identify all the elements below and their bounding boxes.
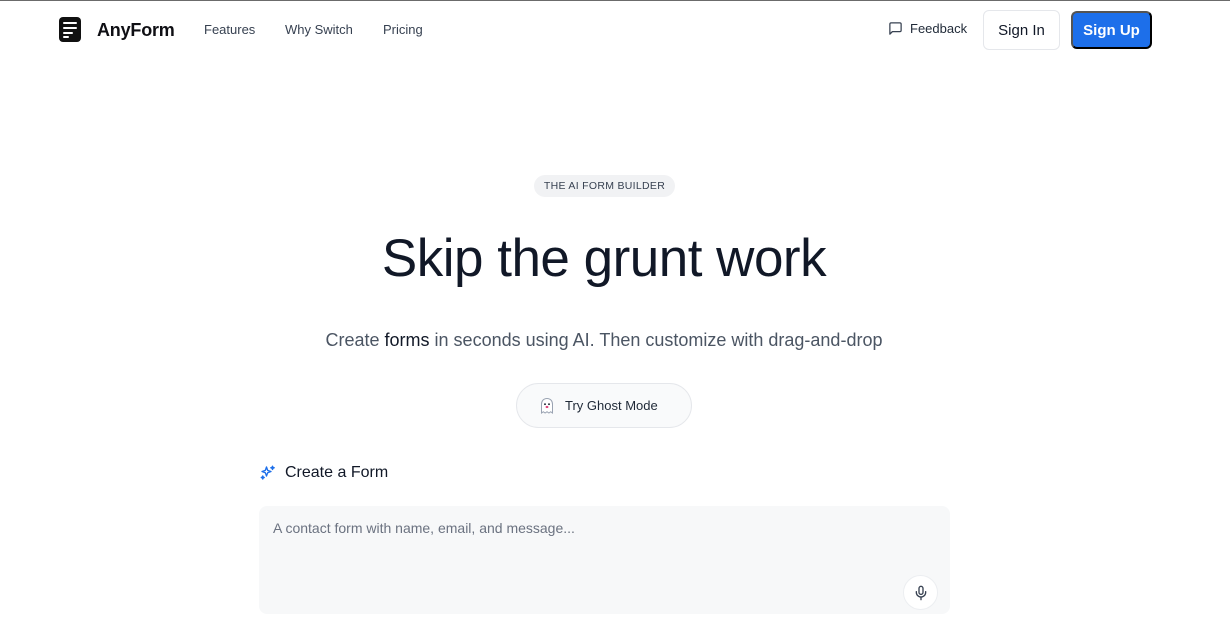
sign-up-button[interactable]: Sign Up bbox=[1071, 11, 1152, 49]
hero-subtitle: Create forms in seconds using AI. Then c… bbox=[0, 330, 1208, 351]
message-square-icon bbox=[889, 22, 902, 35]
create-form-label: Create a Form bbox=[285, 464, 389, 481]
hero-subtitle-end: in seconds using AI. Then customize with… bbox=[429, 330, 883, 350]
microphone-icon bbox=[915, 585, 926, 600]
form-prompt-input[interactable] bbox=[273, 520, 873, 536]
ghost-icon bbox=[541, 397, 553, 414]
nav-link-features[interactable]: Features bbox=[204, 22, 255, 37]
sparkles-icon bbox=[260, 465, 275, 480]
hero-subtitle-start: Create bbox=[325, 330, 385, 350]
form-prompt-container bbox=[259, 506, 950, 614]
nav-link-pricing[interactable]: Pricing bbox=[383, 22, 423, 37]
navbar: AnyForm Features Why Switch Pricing Feed… bbox=[0, 0, 1230, 60]
form-document-icon bbox=[59, 17, 81, 42]
hero-subtitle-emphasis: forms bbox=[384, 330, 430, 350]
brand-name: AnyForm bbox=[97, 20, 175, 40]
ghost-mode-label: Try Ghost Mode bbox=[565, 398, 658, 413]
feedback-label: Feedback bbox=[910, 21, 968, 36]
feedback-button[interactable]: Feedback bbox=[888, 21, 967, 36]
try-ghost-mode-button[interactable]: Try Ghost Mode bbox=[516, 383, 692, 428]
voice-input-button[interactable] bbox=[903, 575, 938, 610]
create-form-heading: Create a Form bbox=[259, 464, 388, 482]
nav-link-why-switch[interactable]: Why Switch bbox=[285, 22, 353, 37]
hero-badge: THE AI FORM BUILDER bbox=[534, 175, 675, 197]
brand-logo[interactable]: AnyForm bbox=[59, 17, 175, 42]
hero-title: Skip the grunt work bbox=[381, 229, 827, 288]
sign-in-button[interactable]: Sign In bbox=[983, 10, 1060, 50]
